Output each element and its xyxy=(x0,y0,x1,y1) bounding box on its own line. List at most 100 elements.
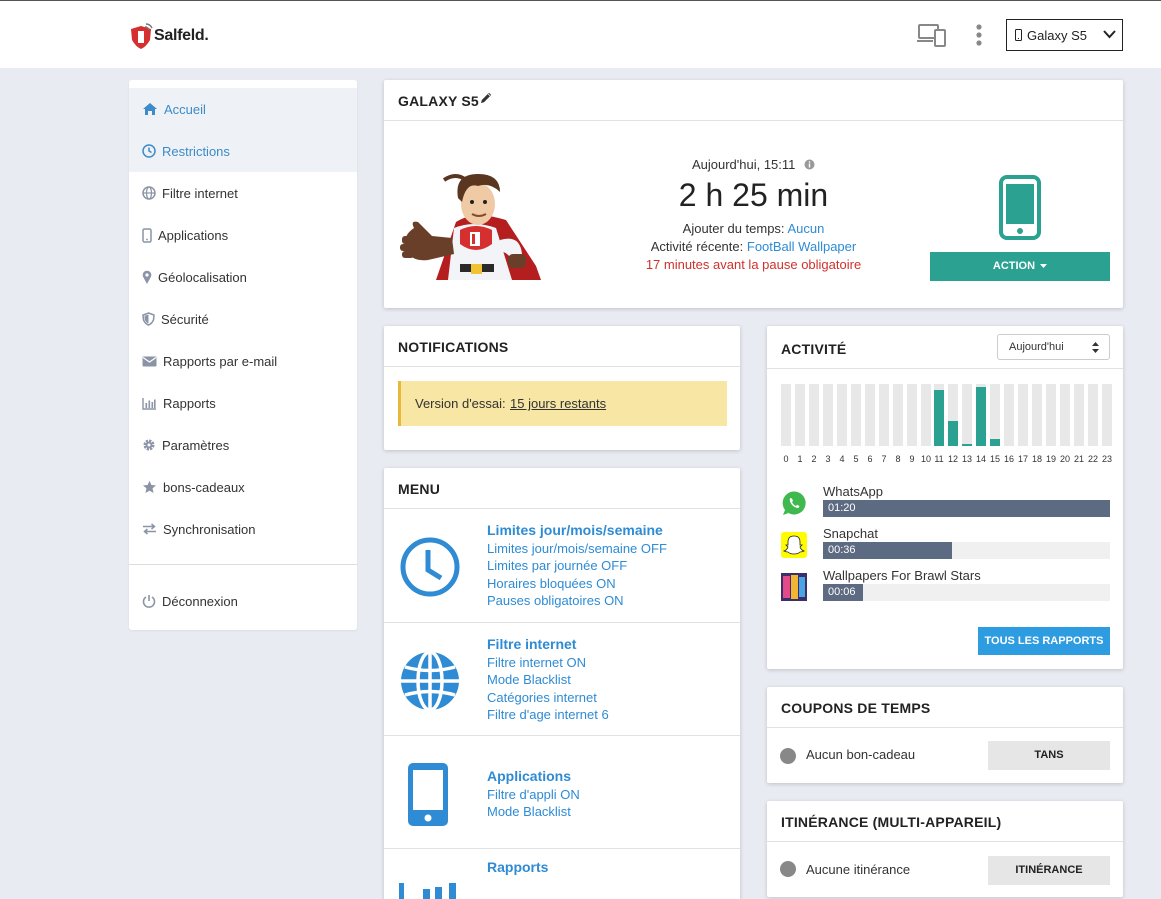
hour-bar-14 xyxy=(976,384,986,446)
sidebar-item-geolocalisation[interactable]: Géolocalisation xyxy=(129,256,357,298)
menu-section-rapports[interactable]: Rapports xyxy=(384,848,740,899)
globe-icon xyxy=(401,650,459,712)
sidebar-item-filtre-internet[interactable]: Filtre internet xyxy=(129,172,357,214)
tans-button[interactable]: TANS xyxy=(988,741,1110,770)
hour-bar-7 xyxy=(879,384,889,446)
chevron-down-icon xyxy=(1103,30,1116,39)
recent-activity-link[interactable]: FootBall Wallpaper xyxy=(747,239,856,254)
sidebar-item-label: Applications xyxy=(158,227,229,243)
caret-down-icon xyxy=(1040,264,1048,268)
hour-label: 18 xyxy=(1031,454,1042,464)
app-name: Snapchat xyxy=(823,526,878,541)
logout-label: Déconnexion xyxy=(162,593,238,609)
sidebar-item-restrictions[interactable]: Restrictions xyxy=(129,130,357,172)
all-reports-button[interactable]: TOUS LES RAPPORTS xyxy=(978,627,1110,655)
hour-bar-19 xyxy=(1046,384,1056,446)
salfeld-logo[interactable]: Salfeld. xyxy=(128,19,218,53)
sidebar-item-deconnexion[interactable]: Déconnexion xyxy=(129,580,357,622)
hour-bar-10 xyxy=(921,384,931,446)
hour-label: 8 xyxy=(895,454,901,464)
menu-link[interactable]: Mode Blacklist xyxy=(487,671,609,689)
trial-days-link[interactable]: 15 jours restants xyxy=(510,396,606,411)
hour-bar-16 xyxy=(1004,384,1014,446)
wallpapers-brawl-stars-icon xyxy=(781,573,807,601)
menu-section-title[interactable]: Filtre internet xyxy=(487,636,609,654)
smartphone-icon xyxy=(408,763,448,826)
hour-bar-1 xyxy=(795,384,805,446)
sidebar: Accueil Restrictions Filtre internet App… xyxy=(129,80,357,630)
shield-icon xyxy=(142,312,155,326)
info-icon[interactable] xyxy=(804,159,815,170)
envelope-icon xyxy=(142,356,157,366)
sidebar-item-label: Synchronisation xyxy=(163,521,256,537)
hour-label: 7 xyxy=(881,454,887,464)
sidebar-item-label: Restrictions xyxy=(162,143,230,159)
sidebar-item-label: Sécurité xyxy=(161,311,209,327)
notifications-header: NOTIFICATIONS xyxy=(384,326,740,367)
gear-icon xyxy=(143,439,155,451)
device-card: GALAXY S5 Aujourd'hui, 15:11 2 h 25 min … xyxy=(384,80,1123,308)
sync-arrows-icon xyxy=(143,523,156,535)
roaming-button[interactable]: ITINÉRANCE xyxy=(988,856,1110,885)
app-name: WhatsApp xyxy=(823,484,883,499)
period-select[interactable]: Aujourd'hui xyxy=(997,334,1110,360)
menu-link[interactable]: Horaires bloquées ON xyxy=(487,575,667,593)
trial-notice: Version d'essai: 15 jours restants xyxy=(398,381,727,426)
sidebar-item-synchronisation[interactable]: Synchronisation xyxy=(129,508,357,550)
hour-label: 21 xyxy=(1073,454,1084,464)
hour-bar-11 xyxy=(934,384,944,446)
device-select[interactable]: Galaxy S5 xyxy=(1006,19,1123,51)
menu-section-title[interactable]: Limites jour/mois/semaine xyxy=(487,522,667,540)
menu-link[interactable]: Limites jour/mois/semaine OFF xyxy=(487,540,667,558)
sidebar-item-label: Rapports xyxy=(163,395,216,411)
hour-bar-fill xyxy=(934,390,944,446)
bar-chart-icon xyxy=(399,883,456,899)
hour-bar-fill xyxy=(990,439,1000,446)
menu-section-applications[interactable]: Applications Filtre d'appli ON Mode Blac… xyxy=(384,735,740,848)
action-button[interactable]: ACTION xyxy=(930,252,1110,281)
hour-label: 2 xyxy=(811,454,817,464)
hour-bar-2 xyxy=(809,384,819,446)
hour-bar-fill xyxy=(962,444,972,446)
sidebar-item-rapports[interactable]: Rapports xyxy=(129,382,357,424)
app-usage-bar: 00:36 xyxy=(823,542,1110,559)
menu-section-filtre-internet[interactable]: Filtre internet Filtre internet ON Mode … xyxy=(384,622,740,735)
hour-label: 19 xyxy=(1045,454,1056,464)
devices-icon[interactable] xyxy=(917,23,947,47)
menu-section-title[interactable]: Applications xyxy=(487,768,580,786)
hour-bar-12 xyxy=(948,384,958,446)
hour-label: 12 xyxy=(947,454,958,464)
sidebar-item-rapports-email[interactable]: Rapports par e-mail xyxy=(129,340,357,382)
sidebar-item-securite[interactable]: Sécurité xyxy=(129,298,357,340)
menu-link[interactable]: Limites par journée OFF xyxy=(487,557,667,575)
sidebar-item-accueil[interactable]: Accueil xyxy=(129,88,357,130)
menu-section-title[interactable]: Rapports xyxy=(487,859,548,877)
clock-icon xyxy=(142,144,156,158)
sidebar-item-label: Paramètres xyxy=(162,437,230,453)
more-vertical-icon[interactable] xyxy=(975,24,983,46)
menu-link[interactable]: Filtre d'age internet 6 xyxy=(487,706,609,724)
activity-header: ACTIVITÉ Aujourd'hui xyxy=(767,326,1123,369)
sidebar-item-label: Géolocalisation xyxy=(158,269,247,285)
sidebar-item-parametres[interactable]: Paramètres xyxy=(129,424,357,466)
sidebar-item-bons-cadeaux[interactable]: bons-cadeaux xyxy=(129,466,357,508)
hour-label: 23 xyxy=(1101,454,1112,464)
menu-section-limites[interactable]: Limites jour/mois/semaine Limites jour/m… xyxy=(384,509,740,622)
logo-shield-icon xyxy=(131,23,153,49)
sidebar-item-applications[interactable]: Applications xyxy=(129,214,357,256)
hour-label: 1 xyxy=(797,454,803,464)
roaming-header: ITINÉRANCE (MULTI-APPAREIL) xyxy=(767,801,1123,842)
add-time-link[interactable]: Aucun xyxy=(787,221,824,236)
roaming-status: Aucune itinérance xyxy=(806,862,911,877)
power-icon xyxy=(142,595,156,608)
hour-bar-18 xyxy=(1032,384,1042,446)
menu-link[interactable]: Catégories internet xyxy=(487,689,609,707)
menu-link[interactable]: Mode Blacklist xyxy=(487,803,580,821)
menu-link[interactable]: Pauses obligatoires ON xyxy=(487,592,667,610)
period-select-value: Aujourd'hui xyxy=(1009,341,1064,353)
device-select-value: Galaxy S5 xyxy=(1027,28,1087,43)
menu-link[interactable]: Filtre d'appli ON xyxy=(487,786,580,804)
time-coupons-header: COUPONS DE TEMPS xyxy=(767,687,1123,728)
pencil-icon[interactable] xyxy=(479,91,493,105)
menu-link[interactable]: Filtre internet ON xyxy=(487,654,609,672)
